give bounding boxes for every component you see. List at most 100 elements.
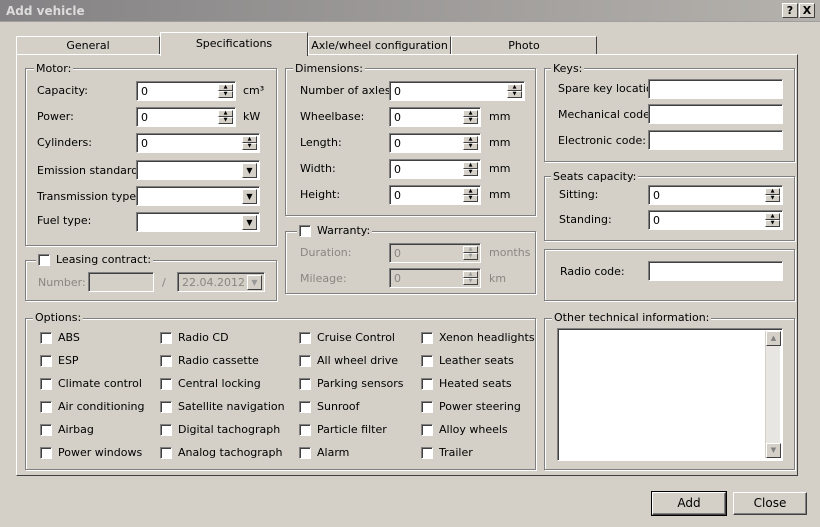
spin-up-icon[interactable]: ▲ — [242, 136, 257, 143]
sitting-spinner[interactable]: ▲ ▼ — [765, 188, 780, 203]
option-item[interactable]: Heated seats — [421, 377, 512, 390]
spin-down-icon[interactable]: ▼ — [463, 253, 478, 260]
height-input[interactable]: 0 ▲ ▼ — [389, 185, 481, 205]
tab-general[interactable]: General — [16, 36, 160, 55]
capacity-spinner[interactable]: ▲ ▼ — [218, 84, 233, 99]
option-item[interactable]: Xenon headlights — [421, 331, 535, 344]
cylinders-input[interactable]: 0 ▲ ▼ — [136, 133, 260, 153]
spin-down-icon[interactable]: ▼ — [242, 143, 257, 150]
option-item[interactable]: Analog tachograph — [160, 446, 283, 459]
width-input[interactable]: 0 ▲ ▼ — [389, 159, 481, 179]
axles-input[interactable]: 0 ▲ ▼ — [389, 81, 525, 101]
power-input[interactable]: 0 ▲ ▼ — [136, 107, 236, 127]
other-info-textarea[interactable]: ▲ ▼ — [557, 328, 783, 461]
option-checkbox[interactable] — [160, 377, 172, 390]
transmission-select[interactable]: ▼ — [136, 186, 260, 206]
sitting-input[interactable]: 0 ▲ ▼ — [648, 185, 783, 205]
option-item[interactable]: ABS — [40, 331, 80, 344]
option-checkbox[interactable] — [421, 331, 433, 344]
option-item[interactable]: Particle filter — [299, 423, 387, 436]
option-checkbox[interactable] — [40, 377, 52, 390]
warranty-checkbox[interactable] — [299, 224, 311, 237]
help-button[interactable]: ? — [782, 3, 798, 18]
option-item[interactable]: Power steering — [421, 400, 521, 413]
mechanical-code-input[interactable] — [648, 104, 783, 124]
emission-select[interactable]: ▼ — [136, 160, 260, 180]
width-spinner[interactable]: ▲ ▼ — [463, 162, 478, 177]
tab-photo[interactable]: Photo — [451, 36, 597, 55]
option-checkbox[interactable] — [160, 446, 172, 459]
option-checkbox[interactable] — [299, 331, 311, 344]
scroll-down-icon[interactable]: ▼ — [766, 443, 781, 458]
spin-down-icon[interactable]: ▼ — [463, 143, 478, 150]
option-checkbox[interactable] — [421, 423, 433, 436]
spin-up-icon[interactable]: ▲ — [463, 110, 478, 117]
spin-up-icon[interactable]: ▲ — [507, 84, 522, 91]
option-checkbox[interactable] — [40, 446, 52, 459]
height-spinner[interactable]: ▲ ▼ — [463, 188, 478, 203]
duration-spinner[interactable]: ▲ ▼ — [463, 246, 478, 261]
other-info-scrollbar[interactable]: ▲ ▼ — [765, 331, 781, 458]
option-item[interactable]: Radio cassette — [160, 354, 259, 367]
option-checkbox[interactable] — [421, 354, 433, 367]
dropdown-arrow-icon[interactable]: ▼ — [242, 163, 257, 178]
spin-up-icon[interactable]: ▲ — [463, 188, 478, 195]
spin-down-icon[interactable]: ▼ — [218, 117, 233, 124]
option-checkbox[interactable] — [299, 446, 311, 459]
option-checkbox[interactable] — [40, 400, 52, 413]
leasing-number-input[interactable] — [88, 272, 154, 292]
spin-down-icon[interactable]: ▼ — [463, 169, 478, 176]
close-button[interactable]: Close — [733, 492, 807, 515]
radio-code-input[interactable] — [648, 261, 783, 281]
option-checkbox[interactable] — [299, 377, 311, 390]
spin-down-icon[interactable]: ▼ — [463, 278, 478, 285]
option-item[interactable]: Alloy wheels — [421, 423, 508, 436]
cylinders-spinner[interactable]: ▲ ▼ — [242, 136, 257, 151]
option-checkbox[interactable] — [160, 423, 172, 436]
spare-key-input[interactable] — [648, 79, 783, 99]
option-item[interactable]: Alarm — [299, 446, 349, 459]
mileage-spinner[interactable]: ▲ ▼ — [463, 271, 478, 286]
length-input[interactable]: 0 ▲ ▼ — [389, 133, 481, 153]
power-spinner[interactable]: ▲ ▼ — [218, 110, 233, 125]
length-spinner[interactable]: ▲ ▼ — [463, 136, 478, 151]
mileage-input[interactable]: 0 ▲ ▼ — [389, 268, 481, 288]
option-item[interactable]: Central locking — [160, 377, 261, 390]
option-item[interactable]: ESP — [40, 354, 79, 367]
option-checkbox[interactable] — [160, 331, 172, 344]
scroll-up-icon[interactable]: ▲ — [766, 331, 781, 346]
option-item[interactable]: Air conditioning — [40, 400, 144, 413]
option-item[interactable]: Radio CD — [160, 331, 229, 344]
option-checkbox[interactable] — [299, 423, 311, 436]
dropdown-arrow-icon[interactable]: ▼ — [242, 189, 257, 204]
capacity-input[interactable]: 0 ▲ ▼ — [136, 81, 236, 101]
option-checkbox[interactable] — [421, 400, 433, 413]
option-checkbox[interactable] — [421, 377, 433, 390]
option-item[interactable]: Airbag — [40, 423, 94, 436]
spin-up-icon[interactable]: ▲ — [463, 162, 478, 169]
option-checkbox[interactable] — [40, 331, 52, 344]
wheelbase-input[interactable]: 0 ▲ ▼ — [389, 107, 481, 127]
option-checkbox[interactable] — [299, 354, 311, 367]
spin-down-icon[interactable]: ▼ — [507, 91, 522, 98]
tab-axle-wheel-configuration[interactable]: Axle/wheel configuration — [308, 36, 451, 55]
spin-up-icon[interactable]: ▲ — [463, 246, 478, 253]
option-item[interactable]: Cruise Control — [299, 331, 395, 344]
option-item[interactable]: Trailer — [421, 446, 473, 459]
spin-up-icon[interactable]: ▲ — [765, 213, 780, 220]
add-button[interactable]: Add — [651, 491, 727, 516]
spin-up-icon[interactable]: ▲ — [765, 188, 780, 195]
electronic-code-input[interactable] — [648, 130, 783, 150]
dropdown-arrow-icon[interactable]: ▼ — [247, 275, 262, 290]
spin-down-icon[interactable]: ▼ — [218, 91, 233, 98]
close-window-button[interactable]: X — [799, 3, 815, 18]
option-item[interactable]: Leather seats — [421, 354, 514, 367]
wheelbase-spinner[interactable]: ▲ ▼ — [463, 110, 478, 125]
option-item[interactable]: Climate control — [40, 377, 142, 390]
option-checkbox[interactable] — [40, 354, 52, 367]
tab-specifications[interactable]: Specifications — [160, 32, 308, 56]
option-item[interactable]: Sunroof — [299, 400, 360, 413]
fuel-select[interactable]: ▼ — [136, 212, 260, 232]
spin-up-icon[interactable]: ▲ — [218, 84, 233, 91]
option-checkbox[interactable] — [421, 446, 433, 459]
